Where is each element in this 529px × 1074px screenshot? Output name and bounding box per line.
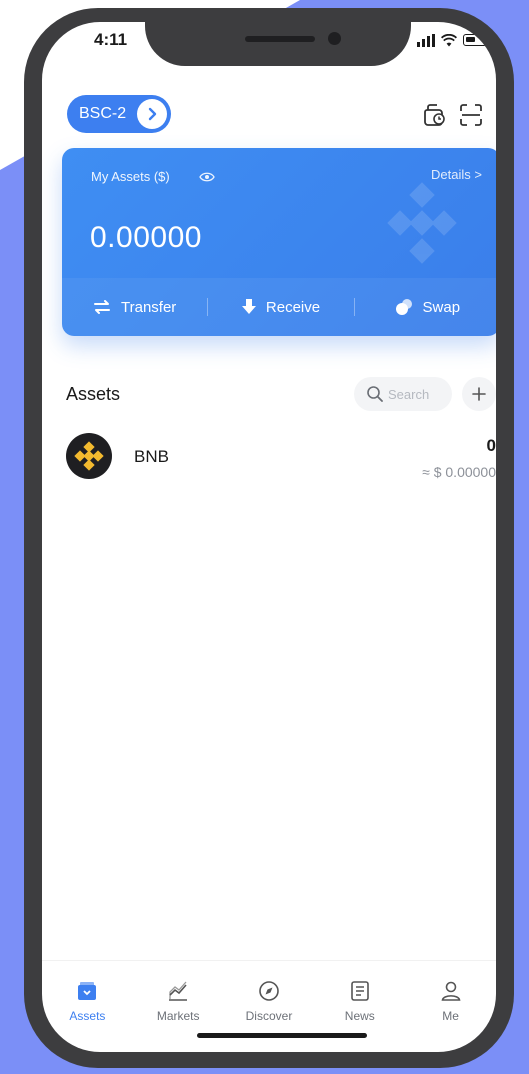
app-screen: 4:11 BSC-2 My Assets ($) Details > 0.000… xyxy=(42,22,496,1052)
chevron-right-icon xyxy=(137,99,167,129)
network-label: BSC-2 xyxy=(79,105,127,122)
phone-frame: 4:11 BSC-2 My Assets ($) Details > 0.000… xyxy=(24,8,514,1068)
home-indicator xyxy=(197,1033,367,1038)
wallet-icon xyxy=(78,982,97,1000)
token-fiat-value: ≈ $ 0.00000 xyxy=(422,464,496,480)
status-icons xyxy=(417,32,489,48)
balance-value: 0.00000 xyxy=(90,221,202,254)
tab-news[interactable]: News xyxy=(314,961,405,1031)
assets-section-title: Assets xyxy=(66,384,121,404)
receive-button[interactable]: Receive xyxy=(208,299,353,316)
chart-icon xyxy=(169,981,188,1001)
token-row-bnb[interactable]: BNB 0 ≈ $ 0.00000 xyxy=(66,430,496,486)
eye-icon[interactable] xyxy=(199,171,215,183)
status-time: 4:11 xyxy=(94,30,128,49)
tab-label: Me xyxy=(442,1009,459,1023)
search-input[interactable]: Search xyxy=(354,377,452,411)
speaker-grille xyxy=(245,36,315,42)
tab-label: Assets xyxy=(69,1009,106,1023)
tab-markets[interactable]: Markets xyxy=(133,961,224,1031)
front-camera xyxy=(328,32,341,45)
news-icon xyxy=(350,981,369,1001)
plus-icon xyxy=(472,387,486,401)
search-placeholder: Search xyxy=(388,386,430,402)
tab-discover[interactable]: Discover xyxy=(224,961,315,1031)
bnb-watermark-icon xyxy=(387,182,457,264)
bottom-tab-bar: Assets Markets Discover News Me xyxy=(42,960,496,1031)
compass-icon xyxy=(259,981,279,1001)
tab-label: Discover xyxy=(245,1009,293,1023)
tab-label: News xyxy=(344,1009,375,1023)
swap-icon xyxy=(395,299,412,315)
swap-label: Swap xyxy=(422,298,461,316)
notch xyxy=(145,22,411,66)
token-name: BNB xyxy=(134,447,169,466)
transfer-button[interactable]: Transfer xyxy=(62,299,207,316)
my-assets-label: My Assets ($) xyxy=(91,169,170,184)
receive-icon xyxy=(241,299,256,314)
transfer-label: Transfer xyxy=(121,298,177,316)
card-actions: Transfer Receive Swap xyxy=(62,278,496,336)
signal-icon xyxy=(417,33,435,47)
assets-card: My Assets ($) Details > 0.00000 Transfer… xyxy=(62,148,496,336)
transfer-icon xyxy=(94,300,111,314)
add-token-button[interactable] xyxy=(462,377,496,411)
person-icon xyxy=(441,981,461,1001)
scan-icon[interactable] xyxy=(458,102,484,128)
swap-button[interactable]: Swap xyxy=(355,298,496,316)
bnb-logo-icon xyxy=(66,433,112,479)
token-amount: 0 xyxy=(486,436,496,455)
search-icon xyxy=(367,386,383,402)
tab-me[interactable]: Me xyxy=(405,961,496,1031)
tab-assets[interactable]: Assets xyxy=(42,961,133,1031)
wallet-history-icon[interactable] xyxy=(422,102,448,128)
receive-label: Receive xyxy=(265,298,321,316)
network-selector[interactable]: BSC-2 xyxy=(67,95,171,133)
wifi-icon xyxy=(441,33,457,46)
tab-label: Markets xyxy=(156,1009,200,1023)
battery-icon xyxy=(463,34,489,46)
